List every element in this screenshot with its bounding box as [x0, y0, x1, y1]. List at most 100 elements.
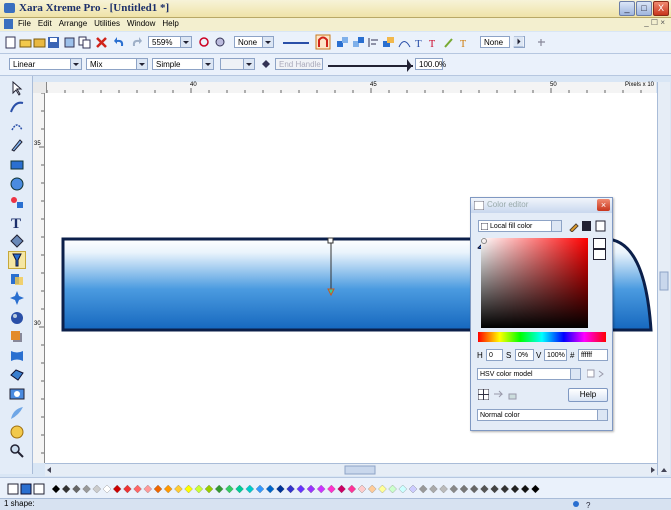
group-icon[interactable] [336, 36, 349, 49]
palette-swatch[interactable] [510, 484, 520, 494]
palette-swatch[interactable] [286, 484, 295, 494]
ungroup-icon[interactable] [352, 36, 365, 49]
color-line-icon[interactable] [581, 220, 592, 232]
horizontal-scrollbar[interactable] [45, 463, 657, 476]
bezier-icon[interactable] [398, 36, 411, 49]
vertical-scrollbar[interactable] [657, 82, 670, 475]
fill-type-combo[interactable]: Linear [9, 58, 82, 70]
blend-combo[interactable]: None [234, 36, 274, 48]
document-icon[interactable] [4, 19, 13, 29]
palette-swatch[interactable] [163, 484, 173, 494]
zoom-combo[interactable]: 559% [148, 36, 192, 48]
feather-tool-icon[interactable] [9, 405, 25, 421]
xara-app-icon[interactable] [4, 3, 15, 13]
palette-swatch[interactable] [347, 484, 357, 494]
palette-swatch[interactable] [388, 484, 397, 494]
grid-icon[interactable] [478, 389, 489, 400]
palette-swatch[interactable] [102, 484, 112, 494]
zoom-back-icon[interactable] [198, 36, 211, 49]
percent-field[interactable]: 100.0% [415, 58, 446, 70]
palette-swatch[interactable] [255, 484, 265, 494]
palette-swatch[interactable] [133, 484, 142, 494]
local-fill-combo[interactable]: Local fill color [478, 220, 562, 232]
menu-edit[interactable]: Edit [38, 19, 52, 28]
palette-swatch[interactable] [123, 484, 132, 494]
color-type-combo[interactable]: Normal color [477, 409, 608, 421]
palette-swatch[interactable] [61, 484, 71, 494]
zoom-tool-icon[interactable] [9, 443, 25, 459]
palette-swatch[interactable] [316, 484, 326, 494]
text-super-icon[interactable]: T [428, 36, 441, 49]
palette-swatch[interactable] [214, 484, 224, 494]
palette-swatch[interactable] [469, 484, 479, 494]
open-icon[interactable] [19, 36, 32, 49]
palette-swatch[interactable] [276, 484, 285, 494]
redo-icon[interactable] [130, 36, 143, 49]
snap-magnet-icon[interactable] [315, 34, 331, 50]
menu-help[interactable]: Help [162, 19, 178, 28]
photo-tool-icon[interactable] [9, 386, 25, 402]
palette-swatch[interactable] [439, 484, 448, 494]
fill-mix-combo[interactable]: Mix [86, 58, 148, 70]
copy-icon[interactable] [78, 36, 91, 49]
delete-icon[interactable] [95, 36, 108, 49]
palette-swatch[interactable] [51, 484, 61, 494]
palette-swatch[interactable] [153, 484, 163, 494]
close-button[interactable]: X [653, 1, 669, 16]
palette-tool-swatch[interactable] [33, 483, 45, 495]
palette-swatch[interactable] [398, 484, 408, 494]
palette-swatch[interactable] [245, 484, 255, 494]
mdi-controls[interactable]: _ ☐ × [644, 18, 665, 27]
fill-repeat-combo[interactable] [220, 58, 255, 70]
color-picker-icon[interactable] [568, 220, 579, 232]
color-model-combo[interactable]: HSV color model [477, 368, 581, 380]
new-document-icon[interactable] [4, 36, 17, 49]
rectangle-tool-icon[interactable] [9, 157, 25, 173]
hex-field[interactable]: ffffff [578, 349, 608, 361]
palette-swatch[interactable] [459, 484, 469, 494]
palette-swatch[interactable] [327, 484, 336, 494]
chevron-down-icon[interactable] [262, 37, 273, 47]
palette-swatch[interactable] [174, 484, 183, 494]
palette-swatch[interactable] [378, 484, 387, 494]
menu-file[interactable]: File [18, 19, 31, 28]
ellipse-tool-icon[interactable] [9, 176, 25, 192]
live-effect-icon[interactable]: T [459, 36, 472, 49]
text-tool-icon[interactable]: T [9, 214, 25, 230]
palette-swatch[interactable] [225, 484, 234, 494]
menu-arrange[interactable]: Arrange [59, 19, 87, 28]
zoom-tool-icon[interactable] [214, 36, 227, 49]
saturation-value-picker[interactable] [481, 238, 588, 328]
palette-swatch[interactable] [500, 484, 510, 494]
import-icon[interactable] [63, 36, 76, 49]
palette-swatch[interactable] [296, 484, 306, 494]
none-combo[interactable]: None [480, 36, 510, 48]
line-width-icon[interactable] [282, 36, 310, 49]
color-bin-icon[interactable] [595, 220, 606, 232]
fill-start-handle[interactable] [327, 237, 334, 244]
freehand-tool-icon[interactable] [9, 99, 25, 115]
palette-tool-swatch[interactable] [7, 483, 19, 495]
transparency-slider[interactable] [328, 56, 413, 72]
fill-profile-combo[interactable]: Simple [152, 58, 214, 70]
brush-icon[interactable] [443, 36, 456, 49]
palette-swatch[interactable] [480, 484, 489, 494]
palette-swatch[interactable] [520, 484, 530, 494]
palette-swatch[interactable] [112, 484, 122, 494]
shadow-tool-icon[interactable] [9, 329, 25, 345]
minimize-button[interactable]: _ [619, 1, 635, 16]
live-effects-tool-icon[interactable] [9, 424, 25, 440]
palette-swatch[interactable] [265, 484, 275, 494]
add-icon[interactable] [535, 36, 548, 49]
palette-swatch[interactable] [194, 484, 204, 494]
h-field[interactable]: 0 [486, 349, 503, 361]
contour-tool-icon[interactable] [9, 290, 25, 306]
palette-swatch[interactable] [184, 484, 193, 494]
maximize-button[interactable]: □ [636, 1, 652, 16]
palette-swatch[interactable] [204, 484, 214, 494]
undo-icon[interactable] [113, 36, 126, 49]
shape-editor-tool-icon[interactable] [9, 118, 25, 134]
palette-swatch[interactable] [408, 484, 418, 494]
pen-tool-icon[interactable] [9, 137, 25, 153]
hue-slider[interactable] [478, 332, 606, 342]
